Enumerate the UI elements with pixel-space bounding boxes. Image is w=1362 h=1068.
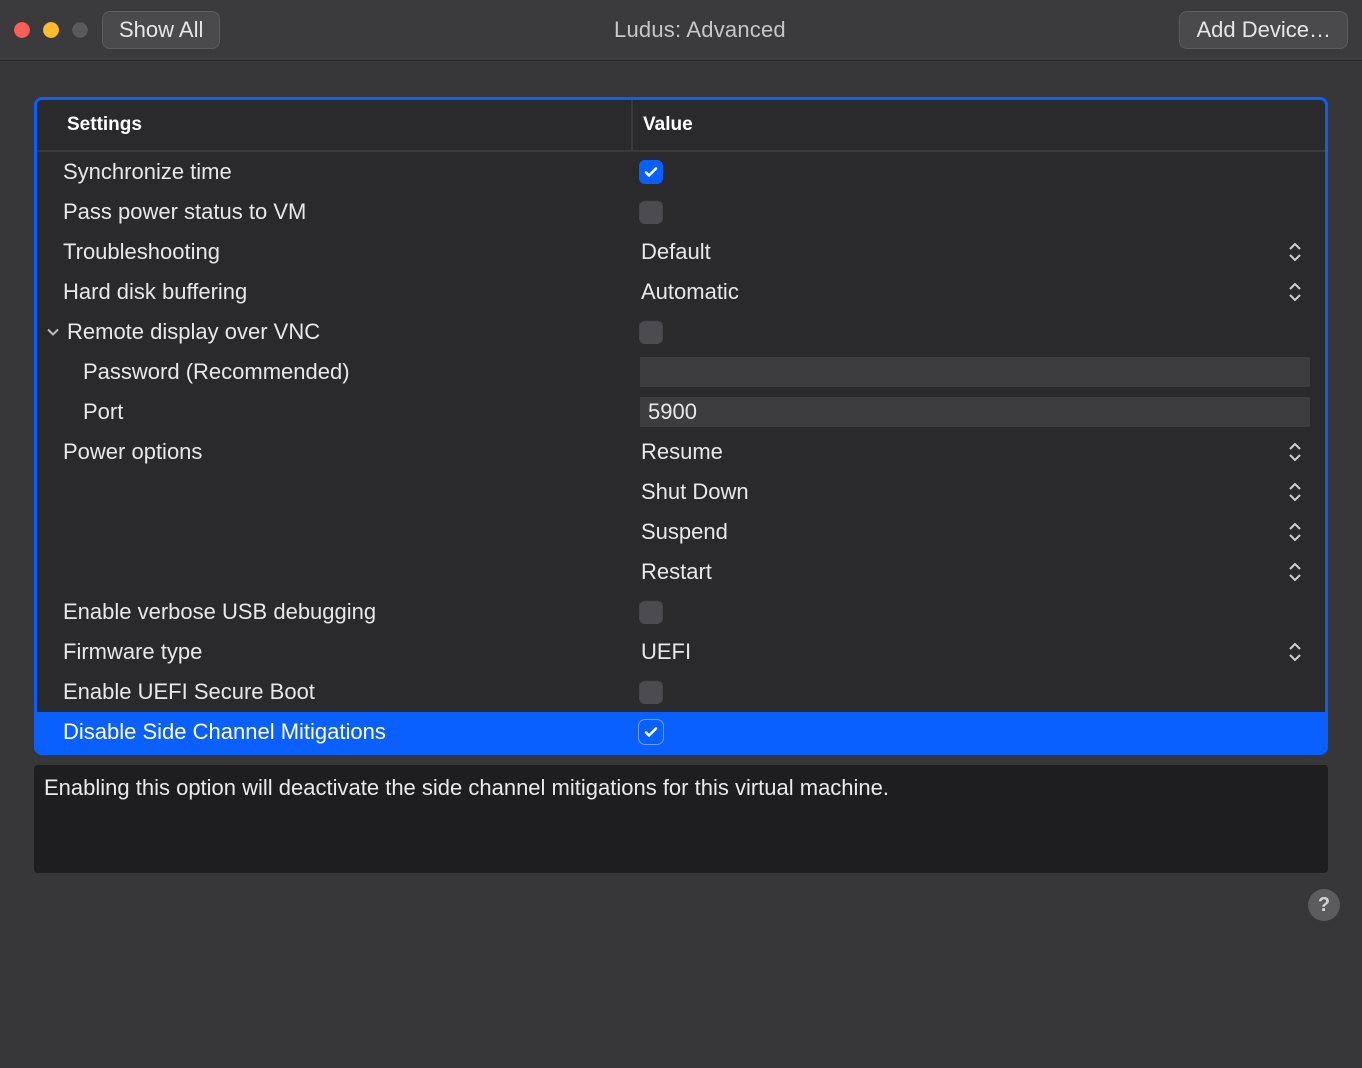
row-pass-power-status[interactable]: Pass power status to VM: [37, 192, 1325, 232]
column-header-value[interactable]: Value: [633, 100, 1325, 150]
input-vnc-port[interactable]: [639, 396, 1311, 428]
checkbox-disable-side-channel[interactable]: [639, 720, 663, 744]
checkbox-remote-display-vnc[interactable]: [639, 320, 663, 344]
row-firmware-type[interactable]: Firmware type UEFI: [37, 632, 1325, 672]
description-box: Enabling this option will deactivate the…: [34, 765, 1328, 873]
label-vnc-port: Port: [83, 399, 123, 425]
stepper-icon: [1289, 280, 1307, 304]
row-usb-debugging[interactable]: Enable verbose USB debugging: [37, 592, 1325, 632]
dropdown-firmware-type-value: UEFI: [641, 639, 691, 665]
help-icon: ?: [1318, 894, 1330, 917]
chevron-down-icon[interactable]: [41, 320, 65, 344]
content-area: Settings Value Synchronize time Pass pow…: [0, 61, 1362, 953]
table-header: Settings Value: [37, 100, 1325, 152]
checkbox-uefi-secure-boot[interactable]: [639, 680, 663, 704]
dropdown-power-suspend[interactable]: Suspend: [639, 519, 1311, 545]
dropdown-troubleshooting-value: Default: [641, 239, 711, 265]
window-controls: [14, 22, 88, 38]
dropdown-power-restart-value: Restart: [641, 559, 712, 585]
row-disable-side-channel[interactable]: Disable Side Channel Mitigations: [37, 712, 1325, 752]
table-body: Synchronize time Pass power status to VM: [37, 152, 1325, 752]
label-remote-display-vnc: Remote display over VNC: [67, 319, 320, 345]
stepper-icon: [1289, 560, 1307, 584]
row-remote-display-vnc[interactable]: Remote display over VNC: [37, 312, 1325, 352]
row-hard-disk-buffering[interactable]: Hard disk buffering Automatic: [37, 272, 1325, 312]
dropdown-power-restart[interactable]: Restart: [639, 559, 1311, 585]
settings-table: Settings Value Synchronize time Pass pow…: [34, 97, 1328, 755]
row-vnc-password[interactable]: Password (Recommended): [37, 352, 1325, 392]
footer: ?: [34, 873, 1328, 929]
row-synchronize-time[interactable]: Synchronize time: [37, 152, 1325, 192]
dropdown-power-shutdown[interactable]: Shut Down: [639, 479, 1311, 505]
label-hard-disk-buffering: Hard disk buffering: [63, 279, 247, 305]
stepper-icon: [1289, 240, 1307, 264]
dropdown-power-options-resume[interactable]: Resume: [639, 439, 1311, 465]
minimize-window-button[interactable]: [43, 22, 59, 38]
stepper-icon: [1289, 640, 1307, 664]
checkbox-usb-debugging[interactable]: [639, 600, 663, 624]
checkmark-icon: [643, 164, 659, 180]
dropdown-troubleshooting[interactable]: Default: [639, 239, 1311, 265]
dropdown-firmware-type[interactable]: UEFI: [639, 639, 1311, 665]
column-header-settings[interactable]: Settings: [37, 100, 633, 150]
label-vnc-password: Password (Recommended): [83, 359, 350, 385]
row-uefi-secure-boot[interactable]: Enable UEFI Secure Boot: [37, 672, 1325, 712]
label-disable-side-channel: Disable Side Channel Mitigations: [63, 719, 386, 745]
dropdown-hard-disk-buffering-value: Automatic: [641, 279, 739, 305]
help-button[interactable]: ?: [1308, 889, 1340, 921]
zoom-window-button[interactable]: [72, 22, 88, 38]
show-all-button[interactable]: Show All: [102, 11, 220, 49]
stepper-icon: [1289, 520, 1307, 544]
window-title: Ludus: Advanced: [234, 17, 1165, 43]
label-power-options: Power options: [63, 439, 202, 465]
checkbox-pass-power-status[interactable]: [639, 200, 663, 224]
checkbox-synchronize-time[interactable]: [639, 160, 663, 184]
stepper-icon: [1289, 440, 1307, 464]
dropdown-hard-disk-buffering[interactable]: Automatic: [639, 279, 1311, 305]
input-vnc-password[interactable]: [639, 356, 1311, 388]
row-power-restart[interactable]: Restart: [37, 552, 1325, 592]
dropdown-power-suspend-value: Suspend: [641, 519, 728, 545]
titlebar: Show All Ludus: Advanced Add Device…: [0, 0, 1362, 61]
row-power-options[interactable]: Power options Resume: [37, 432, 1325, 472]
label-uefi-secure-boot: Enable UEFI Secure Boot: [63, 679, 315, 705]
stepper-icon: [1289, 480, 1307, 504]
label-troubleshooting: Troubleshooting: [63, 239, 220, 265]
close-window-button[interactable]: [14, 22, 30, 38]
row-troubleshooting[interactable]: Troubleshooting Default: [37, 232, 1325, 272]
checkmark-icon: [643, 724, 659, 740]
label-usb-debugging: Enable verbose USB debugging: [63, 599, 376, 625]
row-power-suspend[interactable]: Suspend: [37, 512, 1325, 552]
label-firmware-type: Firmware type: [63, 639, 202, 665]
row-power-shutdown[interactable]: Shut Down: [37, 472, 1325, 512]
label-pass-power-status: Pass power status to VM: [63, 199, 306, 225]
dropdown-power-shutdown-value: Shut Down: [641, 479, 749, 505]
dropdown-power-options-resume-value: Resume: [641, 439, 723, 465]
add-device-button[interactable]: Add Device…: [1179, 11, 1348, 49]
label-synchronize-time: Synchronize time: [63, 159, 232, 185]
row-vnc-port[interactable]: Port: [37, 392, 1325, 432]
